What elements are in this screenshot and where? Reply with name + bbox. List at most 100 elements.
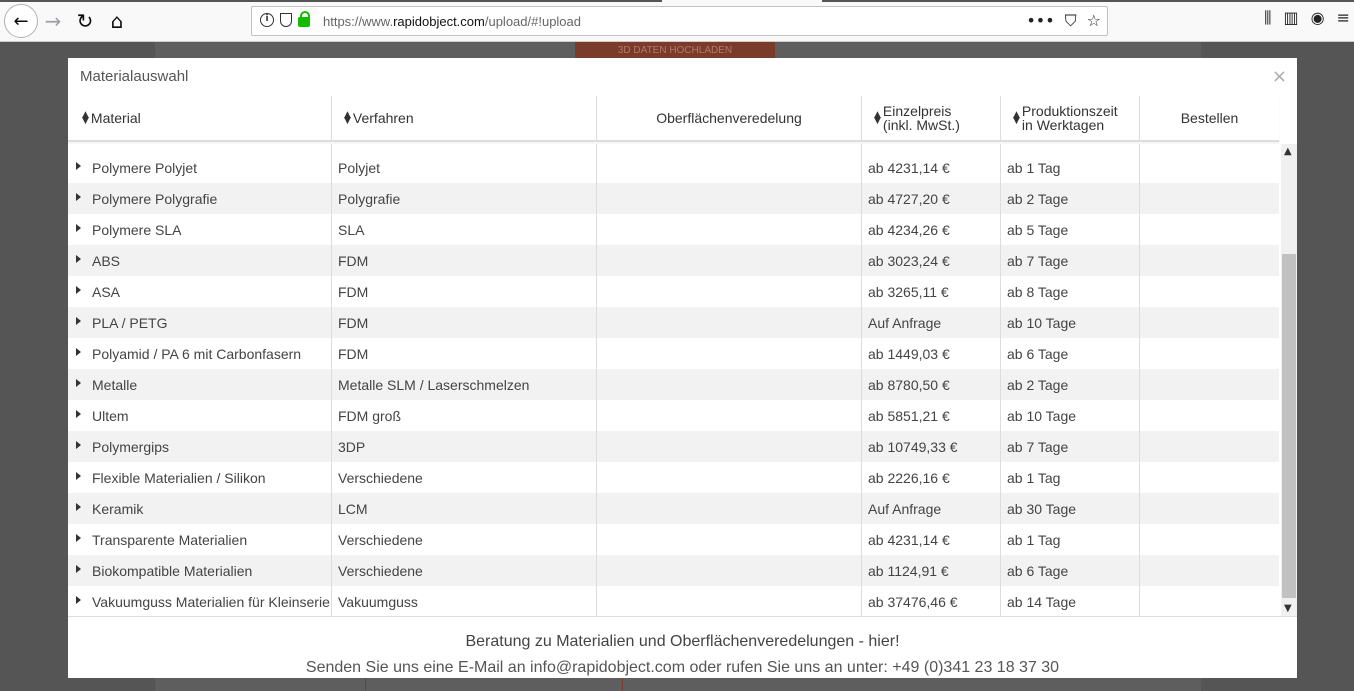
expand-caret-icon[interactable]: [76, 502, 81, 511]
price-cell: ab 4727,20 €: [862, 183, 1001, 214]
expand-caret-icon[interactable]: [76, 440, 81, 449]
order-cell[interactable]: [1140, 152, 1279, 183]
expand-caret-icon[interactable]: [76, 223, 81, 232]
table-row[interactable]: Biokompatible Materialien Verschiedene ab …: [68, 555, 1279, 586]
scrollbar-thumb[interactable]: [1282, 254, 1296, 598]
expand-caret-icon[interactable]: [76, 285, 81, 294]
order-cell[interactable]: [1140, 276, 1279, 307]
expand-caret-icon[interactable]: [76, 347, 81, 356]
sort-icon[interactable]: ▲ ▼: [344, 111, 351, 126]
column-header-material[interactable]: ▲ ▼ Material: [68, 96, 332, 140]
order-cell[interactable]: [1140, 555, 1279, 586]
expand-caret-icon[interactable]: [76, 471, 81, 480]
material-table-body: Polymere Polyjet Polyjet ab 4231,14 € ab 1 …: [68, 144, 1279, 616]
home-icon[interactable]: ⌂: [102, 6, 132, 36]
shield-icon[interactable]: [280, 13, 292, 27]
expand-caret-icon[interactable]: [76, 533, 81, 542]
order-cell[interactable]: [1140, 183, 1279, 214]
material-cell[interactable]: Flexible Materialien / Silikon: [68, 462, 332, 493]
price-cell: ab 3023,24 €: [862, 245, 1001, 276]
url-text[interactable]: https://www.rapidobject.com/upload/#!upl…: [323, 14, 581, 29]
order-cell[interactable]: [1140, 369, 1279, 400]
material-cell[interactable]: Polymere Polyjet: [68, 152, 332, 183]
order-cell[interactable]: [1140, 586, 1279, 616]
menu-icon[interactable]: ≡: [1337, 8, 1350, 28]
expand-caret-icon[interactable]: [76, 254, 81, 263]
expand-caret-icon[interactable]: [76, 595, 81, 604]
material-cell[interactable]: Ultem: [68, 400, 332, 431]
sort-icon[interactable]: ▲ ▼: [874, 111, 881, 126]
table-row[interactable]: Polymere SLA SLA ab 4234,26 € ab 5 Tage: [68, 214, 1279, 245]
expand-caret-icon[interactable]: [76, 409, 81, 418]
order-cell[interactable]: [1140, 431, 1279, 462]
order-cell[interactable]: [1140, 400, 1279, 431]
production-time-cell: ab 8 Tage: [1001, 276, 1140, 307]
table-row[interactable]: Polymergips 3DP ab 10749,33 € ab 7 Tage: [68, 431, 1279, 462]
material-name: Flexible Materialien / Silikon: [92, 469, 266, 486]
material-cell[interactable]: Polyamid / PA 6 mit Carbonfasern: [68, 338, 332, 369]
order-cell[interactable]: [1140, 245, 1279, 276]
scroll-down-arrow-icon[interactable]: ▼: [1284, 603, 1292, 614]
expand-caret-icon[interactable]: [76, 564, 81, 573]
material-cell[interactable]: Vakuumguss Materialien für Kleinserie: [68, 586, 332, 616]
table-scrollbar[interactable]: ▲ ▼: [1281, 144, 1297, 616]
price-cell: ab 1449,03 €: [862, 338, 1001, 369]
scroll-up-arrow-icon[interactable]: ▲: [1284, 146, 1292, 157]
pocket-icon[interactable]: ⛉: [1065, 11, 1077, 31]
table-row[interactable]: Transparente Materialien Verschiedene ab 4…: [68, 524, 1279, 555]
material-cell[interactable]: Biokompatible Materialien: [68, 555, 332, 586]
order-cell[interactable]: [1140, 493, 1279, 524]
table-row[interactable]: Polymere Polygrafie Polygrafie ab 4727,20 …: [68, 183, 1279, 214]
table-row[interactable]: Ultem FDM groß ab 5851,21 € ab 10 Tage: [68, 400, 1279, 431]
lock-icon[interactable]: [298, 11, 310, 27]
order-cell[interactable]: [1140, 524, 1279, 555]
expand-caret-icon[interactable]: [76, 378, 81, 387]
material-cell[interactable]: Polymere SLA: [68, 214, 332, 245]
expand-caret-icon[interactable]: [76, 161, 81, 170]
sidebar-icon[interactable]: ▥: [1284, 8, 1299, 28]
material-cell[interactable]: Keramik: [68, 493, 332, 524]
material-cell[interactable]: ABS: [68, 245, 332, 276]
material-cell[interactable]: ASA: [68, 276, 332, 307]
forward-arrow-icon[interactable]: →: [38, 6, 68, 36]
oberflaeche-cell: [597, 431, 862, 462]
table-row[interactable]: Polymere Polyjet Polyjet ab 4231,14 € ab 1 …: [68, 152, 1279, 183]
back-arrow-icon[interactable]: ←: [4, 4, 38, 38]
library-icon[interactable]: ⫼: [1264, 8, 1271, 28]
order-cell[interactable]: [1140, 338, 1279, 369]
table-row[interactable]: ABS FDM ab 3023,24 € ab 7 Tage: [68, 245, 1279, 276]
column-header-produktionszeit[interactable]: ▲ ▼ Produktionszeit in Werktagen: [1001, 96, 1140, 140]
sort-icon[interactable]: ▲ ▼: [82, 111, 89, 126]
table-row[interactable]: Keramik LCM Auf Anfrage ab 30 Tage: [68, 493, 1279, 524]
expand-caret-icon[interactable]: [76, 192, 81, 201]
oberflaeche-cell: [597, 183, 862, 214]
table-row[interactable]: PLA / PETG FDM Auf Anfrage ab 10 Tage: [68, 307, 1279, 338]
close-icon[interactable]: ×: [1272, 66, 1287, 87]
order-cell[interactable]: [1140, 214, 1279, 245]
info-icon[interactable]: i: [260, 13, 274, 27]
material-cell[interactable]: Transparente Materialien: [68, 524, 332, 555]
material-cell[interactable]: PLA / PETG: [68, 307, 332, 338]
sort-icon[interactable]: ▲ ▼: [1013, 111, 1020, 126]
material-cell[interactable]: Metalle: [68, 369, 332, 400]
column-header-einzelpreis[interactable]: ▲ ▼ Einzelpreis (inkl. MwSt.): [862, 96, 1001, 140]
table-row[interactable]: Metalle Metalle SLM / Laserschmelzen ab 87…: [68, 369, 1279, 400]
table-row[interactable]: ASA FDM ab 3265,11 € ab 8 Tage: [68, 276, 1279, 307]
material-cell[interactable]: Polymergips: [68, 431, 332, 462]
column-header-verfahren[interactable]: ▲ ▼ Verfahren: [332, 96, 597, 140]
reload-icon[interactable]: ↻: [70, 6, 100, 36]
account-icon[interactable]: ◉: [1311, 8, 1325, 28]
table-row[interactable]: Vakuumguss Materialien für Kleinserie Vak…: [68, 586, 1279, 616]
address-bar[interactable]: i https://www.rapidobject.com/upload/#!u…: [251, 6, 1108, 36]
footer-title[interactable]: Beratung zu Materialien und Oberflächenv…: [68, 633, 1297, 651]
expand-caret-icon[interactable]: [76, 316, 81, 325]
table-row[interactable]: Flexible Materialien / Silikon Verschiede…: [68, 462, 1279, 493]
bookmark-star-icon[interactable]: ☆: [1087, 11, 1101, 31]
price-cell: ab 4234,26 €: [862, 214, 1001, 245]
table-row[interactable]: Polyamid / PA 6 mit Carbonfasern FDM ab 14…: [68, 338, 1279, 369]
more-actions-icon[interactable]: •••: [1026, 11, 1054, 31]
order-cell[interactable]: [1140, 462, 1279, 493]
material-cell[interactable]: Polymere Polygrafie: [68, 183, 332, 214]
order-cell[interactable]: [1140, 307, 1279, 338]
verfahren-cell: FDM: [332, 338, 597, 369]
